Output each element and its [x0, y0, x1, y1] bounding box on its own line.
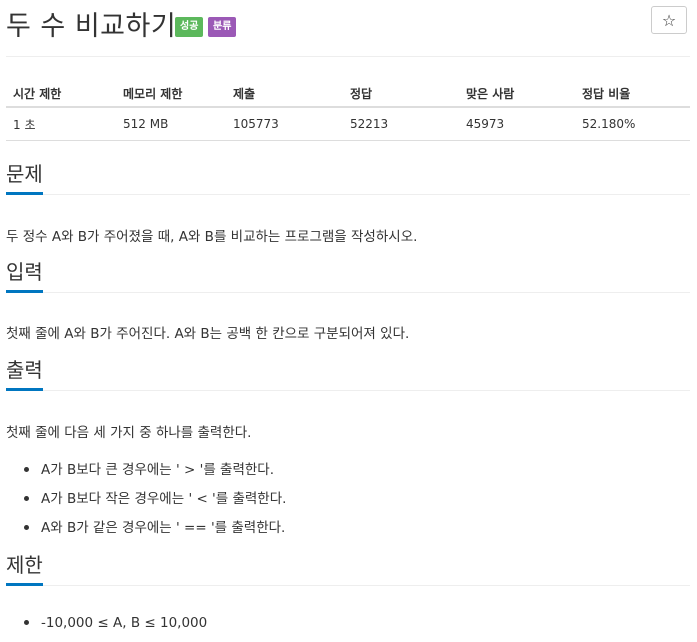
list-item: A와 B가 같은 경우에는 ' == '를 출력한다.: [24, 516, 285, 536]
cell-submissions: 105773: [226, 107, 343, 141]
badge-success[interactable]: 성공: [175, 17, 204, 37]
section-input-heading: 입력: [6, 256, 690, 293]
heading-accent: [6, 583, 43, 586]
star-icon: ☆: [661, 11, 677, 30]
table-header-accepted: 정답: [343, 80, 459, 108]
limit-range: -10,000 ≤ A, B ≤ 10,000: [41, 615, 208, 631]
star-button[interactable]: ☆: [651, 6, 687, 34]
section-input-title: 입력: [6, 260, 43, 284]
problem-title: 두 수 비교하기: [6, 11, 177, 42]
section-problem-title: 문제: [6, 162, 43, 186]
table-header-row: 시간 제한 메모리 제한 제출 정답 맞은 사람 정답 비율: [6, 80, 690, 108]
output-case-greater: A가 B보다 큰 경우에는 ' > '를 출력한다.: [41, 462, 275, 478]
cell-memory-limit: 512 MB: [116, 107, 226, 141]
badge-category[interactable]: 분류: [208, 17, 237, 37]
heading-accent: [6, 290, 43, 293]
cell-solved-users: 45973: [459, 107, 575, 141]
table-header-accept-rate: 정답 비율: [575, 80, 690, 108]
output-case-less: A가 B보다 작은 경우에는 ' < '를 출력한다.: [41, 491, 287, 507]
bullet-icon: [24, 466, 29, 472]
heading-accent: [6, 192, 43, 195]
problem-info-table: 시간 제한 메모리 제한 제출 정답 맞은 사람 정답 비율 1 초 512 M…: [6, 80, 690, 141]
output-case-equal: A와 B가 같은 경우에는 ' == '를 출력한다.: [41, 520, 286, 536]
table-header-submissions: 제출: [226, 80, 343, 108]
problem-header: 두 수 비교하기 성공 분류 ☆: [0, 0, 697, 56]
cell-accepted: 52213: [343, 107, 459, 141]
header-divider: [6, 56, 690, 57]
section-output-title: 출력: [6, 358, 43, 382]
cell-time-limit: 1 초: [6, 107, 116, 141]
table-row: 1 초 512 MB 105773 52213 45973 52.180%: [6, 107, 690, 141]
bullet-icon: [24, 495, 29, 501]
list-item: A가 B보다 큰 경우에는 ' > '를 출력한다.: [24, 458, 274, 478]
heading-accent: [6, 388, 43, 391]
section-limit-heading: 제한: [6, 549, 690, 586]
input-description: 첫째 줄에 A와 B가 주어진다. A와 B는 공백 한 칸으로 구분되어져 있…: [6, 326, 410, 342]
bullet-icon: [24, 619, 29, 625]
table-header-solved-users: 맞은 사람: [459, 80, 575, 108]
list-item: -10,000 ≤ A, B ≤ 10,000: [24, 615, 207, 631]
bullet-icon: [24, 524, 29, 530]
section-limit-title: 제한: [6, 553, 43, 577]
output-description: 첫째 줄에 다음 세 가지 중 하나를 출력한다.: [6, 425, 252, 441]
table-header-time-limit: 시간 제한: [6, 80, 116, 108]
cell-accept-rate: 52.180%: [575, 107, 690, 141]
table-header-memory-limit: 메모리 제한: [116, 80, 226, 108]
section-output-heading: 출력: [6, 354, 690, 391]
section-problem-heading: 문제: [6, 158, 690, 195]
list-item: A가 B보다 작은 경우에는 ' < '를 출력한다.: [24, 487, 286, 507]
problem-description: 두 정수 A와 B가 주어졌을 때, A와 B를 비교하는 프로그램을 작성하시…: [6, 229, 418, 245]
